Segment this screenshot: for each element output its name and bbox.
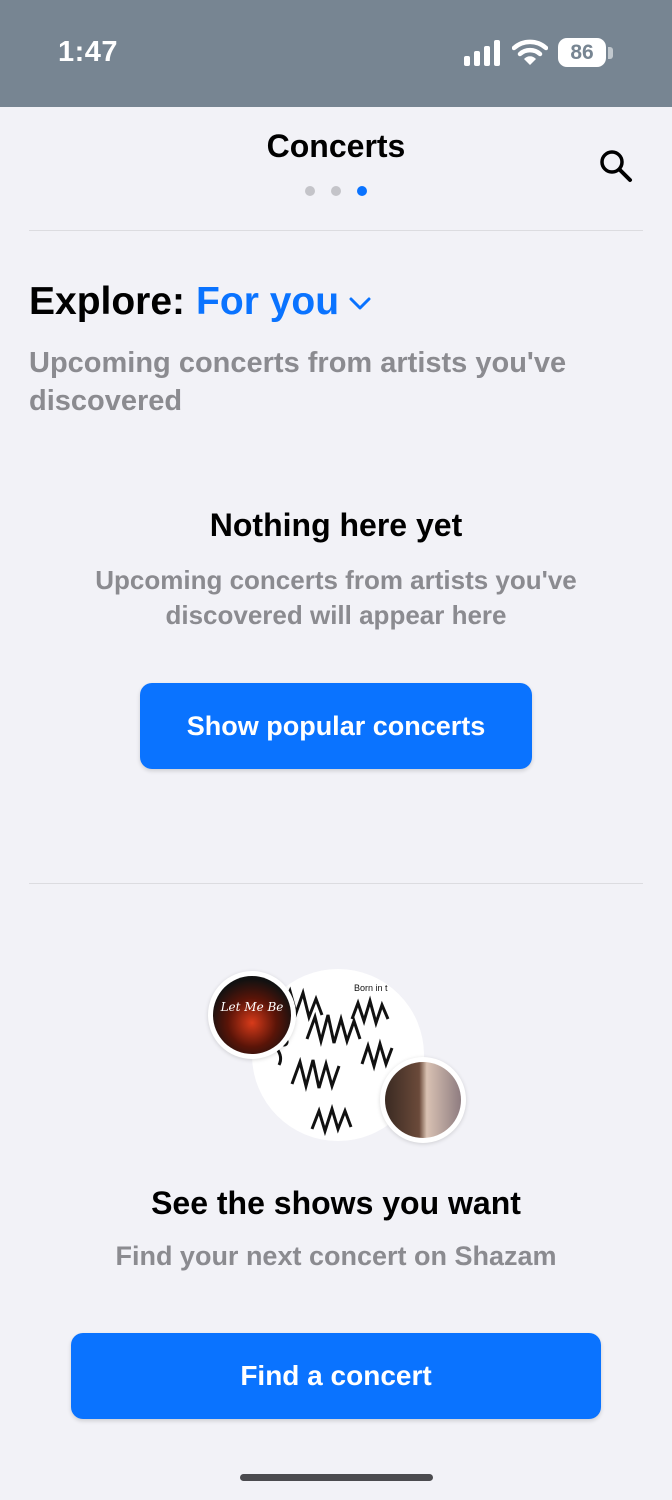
promo-title: See the shows you want <box>151 1185 521 1221</box>
album-art-illustration: Born in t Let Me Be <box>205 965 470 1145</box>
album-art-right <box>380 1057 466 1143</box>
show-popular-concerts-button[interactable]: Show popular concerts <box>140 683 532 769</box>
album-art-left: Let Me Be <box>208 971 296 1059</box>
cellular-signal-icon <box>464 40 500 66</box>
explore-heading: Explore: For you <box>29 280 371 324</box>
section-divider <box>29 883 643 884</box>
promo-description: Find your next concert on Shazam <box>115 1241 557 1271</box>
empty-state-title: Nothing here yet <box>209 507 463 543</box>
page-title: Concerts <box>266 128 406 164</box>
status-time: 1:47 <box>58 36 119 68</box>
portrait-image <box>385 1062 461 1138</box>
page-dot-3-active[interactable] <box>357 186 367 196</box>
page-dot-2[interactable] <box>331 186 341 196</box>
explore-subtitle: Upcoming concerts from artists you've di… <box>29 347 567 417</box>
search-icon[interactable] <box>596 146 636 186</box>
page-dot-1[interactable] <box>305 186 315 196</box>
explore-filter-dropdown[interactable]: For you <box>196 280 371 324</box>
status-bar: 1:47 86 <box>0 0 672 107</box>
battery-indicator: 86 <box>558 38 606 67</box>
chevron-down-icon[interactable] <box>349 297 371 311</box>
page-indicator[interactable] <box>305 186 367 196</box>
explore-label: Explore: <box>29 280 186 323</box>
battery-cap <box>608 47 613 59</box>
home-indicator[interactable] <box>240 1474 433 1481</box>
wifi-icon <box>512 39 548 65</box>
find-a-concert-button[interactable]: Find a concert <box>71 1333 601 1419</box>
album-art-caption: Born in t <box>354 983 388 993</box>
empty-state-description: Upcoming concerts from artists you've di… <box>95 565 577 630</box>
header-divider <box>29 230 643 231</box>
album-art-left-title: Let Me Be <box>220 1000 284 1014</box>
explore-filter-label[interactable]: For you <box>196 280 339 324</box>
